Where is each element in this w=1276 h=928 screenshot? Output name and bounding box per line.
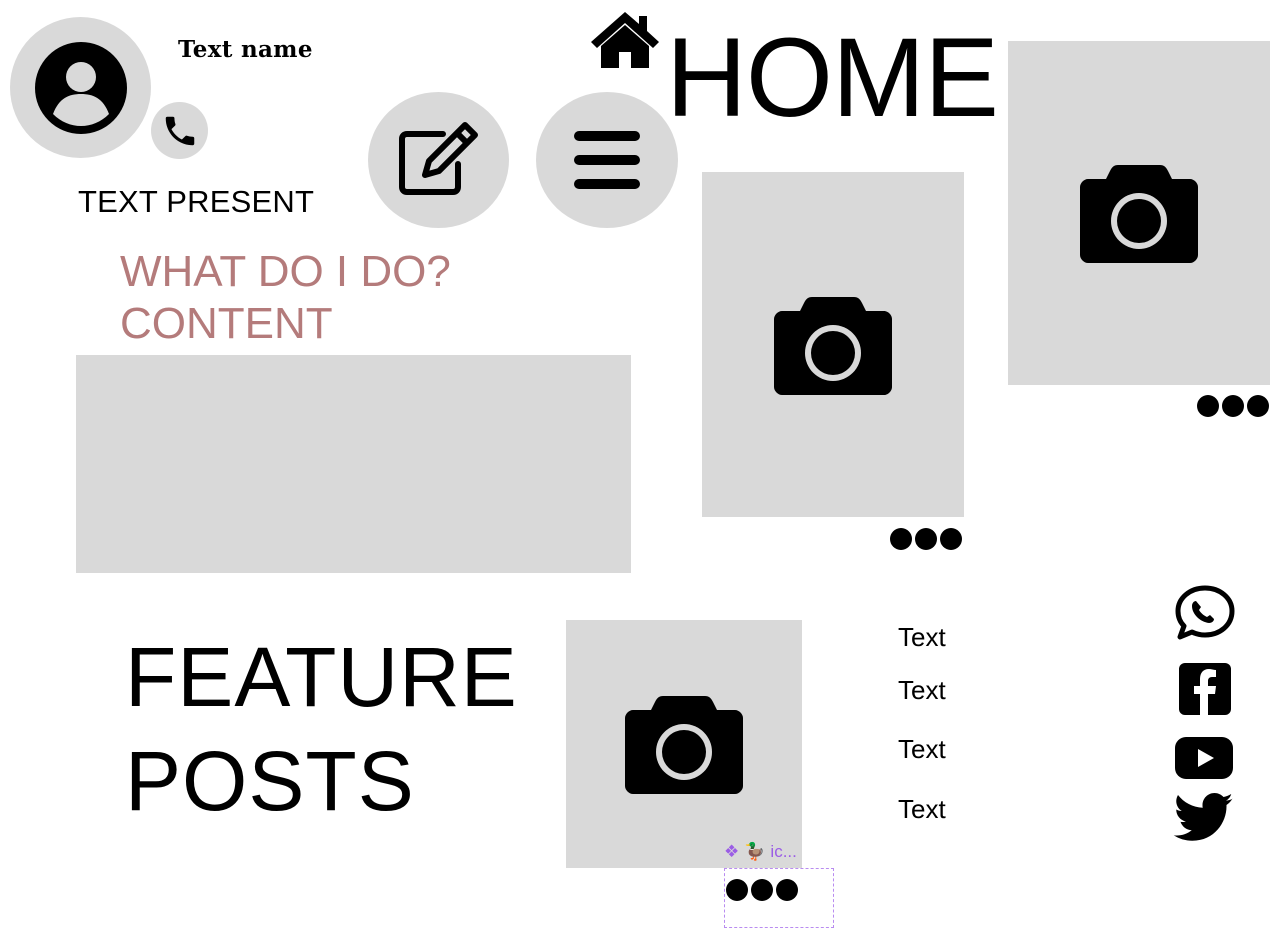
text-link[interactable]: Text bbox=[898, 622, 946, 653]
phone-icon bbox=[165, 116, 194, 145]
component-icon: ❖ bbox=[724, 842, 740, 861]
selection-label: ❖ 🦆 ic... bbox=[724, 842, 797, 862]
edit-button[interactable] bbox=[368, 92, 509, 228]
user-circle-icon bbox=[34, 41, 127, 134]
photo-placeholder[interactable] bbox=[566, 620, 802, 868]
hamburger-menu-icon bbox=[574, 131, 640, 189]
phone-button[interactable] bbox=[151, 102, 208, 159]
whatsapp-icon[interactable] bbox=[1172, 584, 1238, 640]
facebook-icon[interactable] bbox=[1178, 662, 1232, 716]
avatar[interactable] bbox=[10, 17, 151, 158]
feature-line-1: FEATURE bbox=[125, 630, 518, 724]
more-dots-icon[interactable] bbox=[1195, 393, 1271, 419]
about-line-1: WHAT DO I DO? bbox=[120, 247, 451, 296]
profile-subtitle: TEXT PRESENT bbox=[78, 184, 315, 219]
content-placeholder bbox=[76, 355, 631, 573]
feature-posts-heading: FEATURE POSTS bbox=[125, 625, 518, 833]
profile-name: Text name bbox=[178, 36, 313, 63]
home-icon[interactable] bbox=[589, 10, 661, 70]
about-heading: WHAT DO I DO? CONTENT bbox=[120, 246, 451, 350]
feature-line-2: POSTS bbox=[125, 734, 415, 828]
camera-icon bbox=[1080, 165, 1198, 263]
menu-button[interactable] bbox=[536, 92, 678, 228]
camera-icon bbox=[774, 296, 892, 395]
duck-icon: 🦆 bbox=[744, 842, 766, 861]
about-line-2: CONTENT bbox=[120, 299, 333, 348]
more-dots-icon[interactable] bbox=[724, 877, 800, 903]
more-dots-icon[interactable] bbox=[888, 526, 964, 552]
text-link[interactable]: Text bbox=[898, 794, 946, 825]
youtube-icon[interactable] bbox=[1174, 736, 1234, 780]
selection-label-text: ic... bbox=[770, 842, 797, 861]
page-title: HOME bbox=[666, 15, 999, 140]
twitter-icon[interactable] bbox=[1172, 793, 1236, 843]
text-link[interactable]: Text bbox=[898, 675, 946, 706]
text-link[interactable]: Text bbox=[898, 734, 946, 765]
photo-placeholder[interactable] bbox=[1008, 41, 1270, 385]
edit-icon bbox=[398, 122, 478, 195]
photo-placeholder[interactable] bbox=[702, 172, 964, 517]
camera-icon bbox=[625, 696, 743, 794]
